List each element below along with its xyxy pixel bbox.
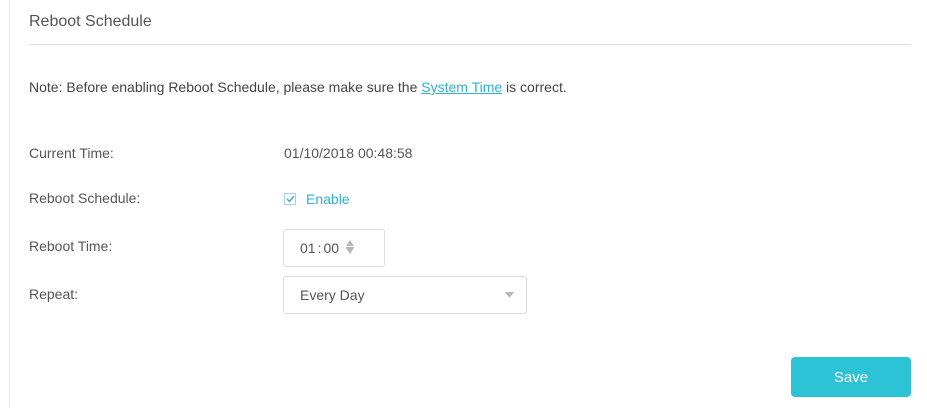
note-text: Note: Before enabling Reboot Schedule, p…	[29, 79, 567, 95]
panel-left-border	[9, 0, 10, 408]
time-separator: :	[317, 240, 322, 256]
repeat-selected-value[interactable]: Every Day	[300, 287, 505, 303]
reboot-hour-field[interactable]: 01	[300, 240, 316, 256]
repeat-select[interactable]: Every Day	[283, 276, 527, 314]
reboot-time-input[interactable]: 01 : 00	[283, 229, 385, 267]
system-time-link[interactable]: System Time	[421, 79, 502, 95]
caret-down-icon[interactable]	[505, 292, 514, 298]
reboot-minute-field[interactable]: 00	[323, 240, 339, 256]
note-prefix: Note: Before enabling Reboot Schedule, p…	[29, 79, 422, 95]
checkbox-box[interactable]	[284, 193, 296, 205]
current-time-value: 01/10/2018 00:48:58	[284, 145, 413, 161]
repeat-label: Repeat:	[29, 286, 79, 302]
current-time-label: Current Time:	[29, 145, 114, 161]
reboot-schedule-label: Reboot Schedule:	[29, 190, 141, 206]
save-button[interactable]: Save	[791, 357, 911, 397]
check-icon	[286, 195, 295, 203]
reboot-time-label: Reboot Time:	[29, 238, 113, 254]
up-down-spinner-icon[interactable]	[345, 239, 355, 257]
note-suffix: is correct.	[502, 79, 567, 95]
title-divider	[29, 44, 911, 45]
enable-label[interactable]: Enable	[306, 191, 350, 207]
section-title: Reboot Schedule	[29, 13, 152, 30]
reboot-schedule-panel: Reboot Schedule Note: Before enabling Re…	[0, 0, 927, 408]
enable-checkbox[interactable]: Enable	[284, 189, 350, 209]
